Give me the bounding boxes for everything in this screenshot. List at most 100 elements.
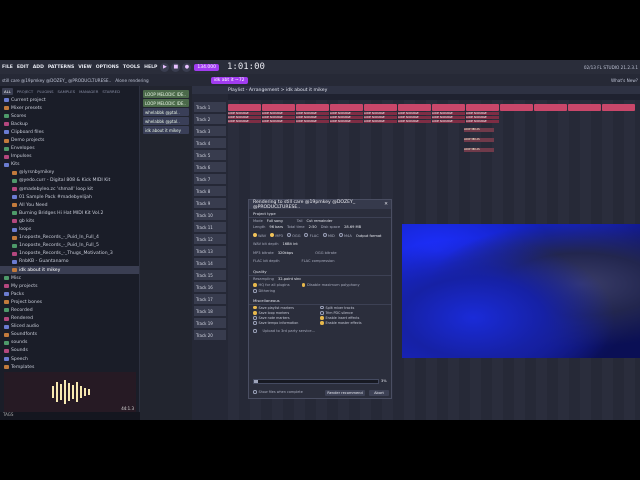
play-icon[interactable]: ▶ <box>160 62 170 72</box>
browser-tab-project[interactable]: PROJECT <box>17 89 33 94</box>
save-tempo-info-toggle[interactable] <box>253 321 257 325</box>
browser-item[interactable]: Soundfonts <box>0 331 139 339</box>
browser-item[interactable]: Recorded <box>0 306 139 314</box>
format-mp3-radio[interactable] <box>270 233 275 237</box>
audio-clip[interactable] <box>500 104 533 111</box>
disable-max-polyphony-toggle[interactable] <box>301 283 306 287</box>
browser-item[interactable]: Templates <box>0 363 139 371</box>
browser-item[interactable]: Sliced audio <box>0 323 139 331</box>
browser-item[interactable]: 1noposte_Records_-_Puid_In_Full_5 <box>0 242 139 250</box>
browser-tab-plugins[interactable]: PLUGINS <box>37 89 53 94</box>
tail-value[interactable]: Cut remainder <box>307 219 333 223</box>
audio-clip[interactable] <box>228 104 261 111</box>
format-mid-radio[interactable] <box>322 233 327 237</box>
track-header[interactable]: Track 11 <box>194 222 226 232</box>
menu-file[interactable]: FILE <box>0 65 15 70</box>
browser-item[interactable]: Project bones <box>0 298 139 306</box>
split-mixer-tracks-toggle[interactable] <box>320 305 324 310</box>
track-header[interactable]: Track 6 <box>194 162 226 172</box>
pattern-clip[interactable]: LOOP SCOURGE <box>228 116 261 119</box>
track-header[interactable]: Track 4 <box>194 138 226 148</box>
browser-item[interactable]: Kits <box>0 161 139 169</box>
pattern-clip[interactable]: LOOP SCOURGE <box>330 116 363 119</box>
pattern-clip[interactable]: LOOP SCOURGE <box>330 120 363 123</box>
browser-item[interactable]: @yedo.curr - Digital 808 & Kick MIDI Kit <box>0 177 139 185</box>
browser-item[interactable]: Mixer presets <box>0 104 139 112</box>
dithering-toggle[interactable] <box>253 289 257 293</box>
menu-help[interactable]: HELP <box>142 65 159 70</box>
pattern-clip[interactable]: LOOP SCOURGE <box>296 112 329 115</box>
enable-master-effects-toggle[interactable] <box>320 321 324 325</box>
pattern-clip[interactable]: LOOP SCOURGE <box>228 120 261 123</box>
record-icon[interactable]: ● <box>182 62 192 72</box>
track-header[interactable]: Track 3 <box>194 126 226 136</box>
track-header[interactable]: Track 8 <box>194 186 226 196</box>
format-flac-radio[interactable] <box>304 233 309 237</box>
browser-item[interactable]: Backup <box>0 120 139 128</box>
browser-tab-manager[interactable]: MANAGER <box>79 89 98 94</box>
browser-item[interactable]: @madebyleo.zc 'shmall' loop kit <box>0 185 139 193</box>
render-button[interactable]: Render recommend <box>325 390 365 396</box>
track-header[interactable]: Track 14 <box>194 258 226 268</box>
track-header[interactable]: Track 15 <box>194 270 226 280</box>
audio-clip[interactable] <box>296 104 329 111</box>
pattern-clip[interactable]: LOOP SCOURGE <box>364 112 397 115</box>
browser-item[interactable]: Scores <box>0 112 139 120</box>
track-header[interactable]: Track 12 <box>194 234 226 244</box>
track-header[interactable]: Track 10 <box>194 210 226 220</box>
pattern-selector[interactable]: idk abt it ~72 <box>210 76 248 84</box>
wav-bit-depth-value[interactable]: 16Bit int <box>282 242 297 246</box>
pattern-clip[interactable]: LOOP SCOURGE <box>296 116 329 119</box>
browser-item[interactable]: 1noposte_Records_-_Puid_In_Full_4 <box>0 234 139 242</box>
track-header[interactable]: Track 7 <box>194 174 226 184</box>
pattern-clip[interactable]: LOOP SCOURGE <box>432 120 465 123</box>
audio-clip[interactable] <box>466 104 499 111</box>
browser-item[interactable]: Rendered <box>0 315 139 323</box>
mode-value[interactable]: Full song <box>267 219 283 223</box>
stop-icon[interactable]: ■ <box>171 62 181 72</box>
save-loop-markers-toggle[interactable] <box>253 311 257 315</box>
browser-item[interactable]: gb kits <box>0 217 139 225</box>
track-header[interactable]: Track 13 <box>194 246 226 256</box>
browser-item[interactable]: 1noposte_Records_-_Thugs_Motivation_3 <box>0 250 139 258</box>
sample-waveform-preview[interactable]: 44:1.3 <box>4 372 136 412</box>
browser-tab-samples[interactable]: SAMPLES <box>58 89 76 94</box>
pattern-clip[interactable]: LOOP SCOURGE <box>296 120 329 123</box>
whats-new-link[interactable]: What's New? <box>611 78 638 83</box>
pattern-clip[interactable]: LOOP SCOURGE <box>466 120 499 123</box>
pattern-clip[interactable]: LOOP 380 AS <box>464 148 494 152</box>
format-m4a-radio[interactable] <box>338 233 343 237</box>
show-files-toggle[interactable] <box>253 390 257 394</box>
tempo-display[interactable]: 134.000 <box>194 63 219 71</box>
abort-button[interactable]: Abort <box>369 390 389 396</box>
enable-insert-effects-toggle[interactable] <box>320 316 324 320</box>
browser-tab-all[interactable]: ALL <box>2 87 13 95</box>
audio-clip[interactable] <box>330 104 363 111</box>
track-header[interactable]: Track 17 <box>194 294 226 304</box>
pattern-clip[interactable]: LOOP 380 AS <box>464 138 494 142</box>
browser-item[interactable]: My projects <box>0 282 139 290</box>
track-header[interactable]: Track 20 <box>194 330 226 340</box>
browser-item[interactable]: Packs <box>0 290 139 298</box>
pattern-clip[interactable]: LOOP SCOURGE <box>262 116 295 119</box>
browser-item[interactable]: sounds <box>0 339 139 347</box>
browser-item[interactable]: Current project <box>0 96 139 104</box>
browser-item[interactable]: @lyrsnbymikey <box>0 169 139 177</box>
close-icon[interactable]: ✕ <box>384 202 388 207</box>
menu-patterns[interactable]: PATTERNS <box>46 65 76 70</box>
pattern-clip[interactable]: LOOP SCOURGE <box>228 112 261 115</box>
pattern-clip[interactable]: LOOP SCOURGE <box>262 112 295 115</box>
audio-clip[interactable] <box>568 104 601 111</box>
pattern-clip[interactable]: LOOP SCOURGE <box>364 120 397 123</box>
track-header[interactable]: Track 9 <box>194 198 226 208</box>
browser-item[interactable]: idk about it mikey <box>0 265 139 275</box>
pattern-clip[interactable]: LOOP SCOURGE <box>432 116 465 119</box>
menu-add[interactable]: ADD <box>31 65 46 70</box>
audio-clip[interactable] <box>602 104 635 111</box>
menu-edit[interactable]: EDIT <box>15 65 31 70</box>
browser-item[interactable]: Envelopes <box>0 145 139 153</box>
format-wav-radio[interactable] <box>253 233 257 237</box>
pattern-clip[interactable]: LOOP SCOURGE <box>398 112 431 115</box>
audio-clip[interactable] <box>432 104 465 111</box>
save-note-markers-toggle[interactable] <box>253 316 257 320</box>
